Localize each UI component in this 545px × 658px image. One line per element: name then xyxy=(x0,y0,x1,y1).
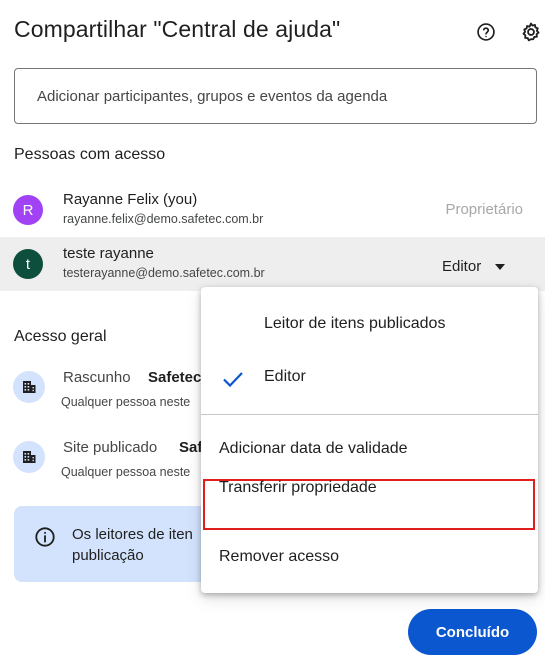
check-icon xyxy=(223,372,243,388)
people-with-access-heading: Pessoas com acesso xyxy=(14,146,166,163)
access-org-select[interactable]: Saf xyxy=(179,439,202,456)
role-dropdown-label: Editor xyxy=(442,258,482,275)
access-label: Site publicado xyxy=(63,439,158,456)
general-access-heading: Acesso geral xyxy=(14,328,107,345)
role-dropdown[interactable]: Editor xyxy=(442,258,506,275)
access-description: Qualquer pessoa neste xyxy=(61,465,191,479)
access-row-published: Site publicado Saf Qualquer pessoa neste xyxy=(0,434,202,486)
role-menu: Leitor de itens publicados Editor Adicio… xyxy=(201,287,538,593)
dialog-title: Compartilhar "Central de ajuda" xyxy=(14,16,341,42)
menu-divider xyxy=(201,414,538,415)
person-name: teste rayanne xyxy=(63,245,154,262)
add-people-input[interactable] xyxy=(14,68,537,124)
access-description: Qualquer pessoa neste xyxy=(61,395,191,409)
menu-item-label: Remover acesso xyxy=(219,548,340,565)
menu-item-transfer-ownership[interactable]: Transferir propriedade xyxy=(201,479,538,530)
menu-item-label: Leitor de itens publicados xyxy=(264,315,446,332)
person-row-editor: t teste rayanne testerayanne@demo.safete… xyxy=(0,237,545,291)
menu-item-label: Editor xyxy=(264,368,306,385)
access-label: Rascunho xyxy=(63,369,131,386)
menu-item-editor[interactable]: Editor xyxy=(201,368,538,392)
menu-item-remove-access[interactable]: Remover acesso xyxy=(201,548,538,572)
access-org-select[interactable]: Safetec xyxy=(148,369,201,386)
access-row-draft: Rascunho Safetec Qualquer pessoa neste xyxy=(0,364,201,416)
done-button[interactable]: Concluído xyxy=(408,609,537,655)
person-email: testerayanne@demo.safetec.com.br xyxy=(63,266,265,280)
avatar: R xyxy=(13,195,43,225)
menu-item-label: Adicionar data de validade xyxy=(219,440,408,457)
info-icon xyxy=(35,527,55,547)
avatar: t xyxy=(13,249,43,279)
role-owner-label: Proprietário xyxy=(445,201,523,218)
gear-icon[interactable] xyxy=(519,20,543,44)
help-icon[interactable] xyxy=(474,20,498,44)
menu-item-add-expiry[interactable]: Adicionar data de validade xyxy=(201,440,538,464)
person-name: Rayanne Felix (you) xyxy=(63,191,198,208)
building-icon xyxy=(13,371,45,403)
building-icon xyxy=(13,441,45,473)
menu-item-label: Transferir propriedade xyxy=(219,479,377,496)
person-email: rayanne.felix@demo.safetec.com.br xyxy=(63,212,264,226)
menu-item-reader[interactable]: Leitor de itens publicados xyxy=(201,315,538,339)
caret-down-icon xyxy=(495,263,506,270)
person-row-owner: R Rayanne Felix (you) rayanne.felix@demo… xyxy=(0,183,545,237)
